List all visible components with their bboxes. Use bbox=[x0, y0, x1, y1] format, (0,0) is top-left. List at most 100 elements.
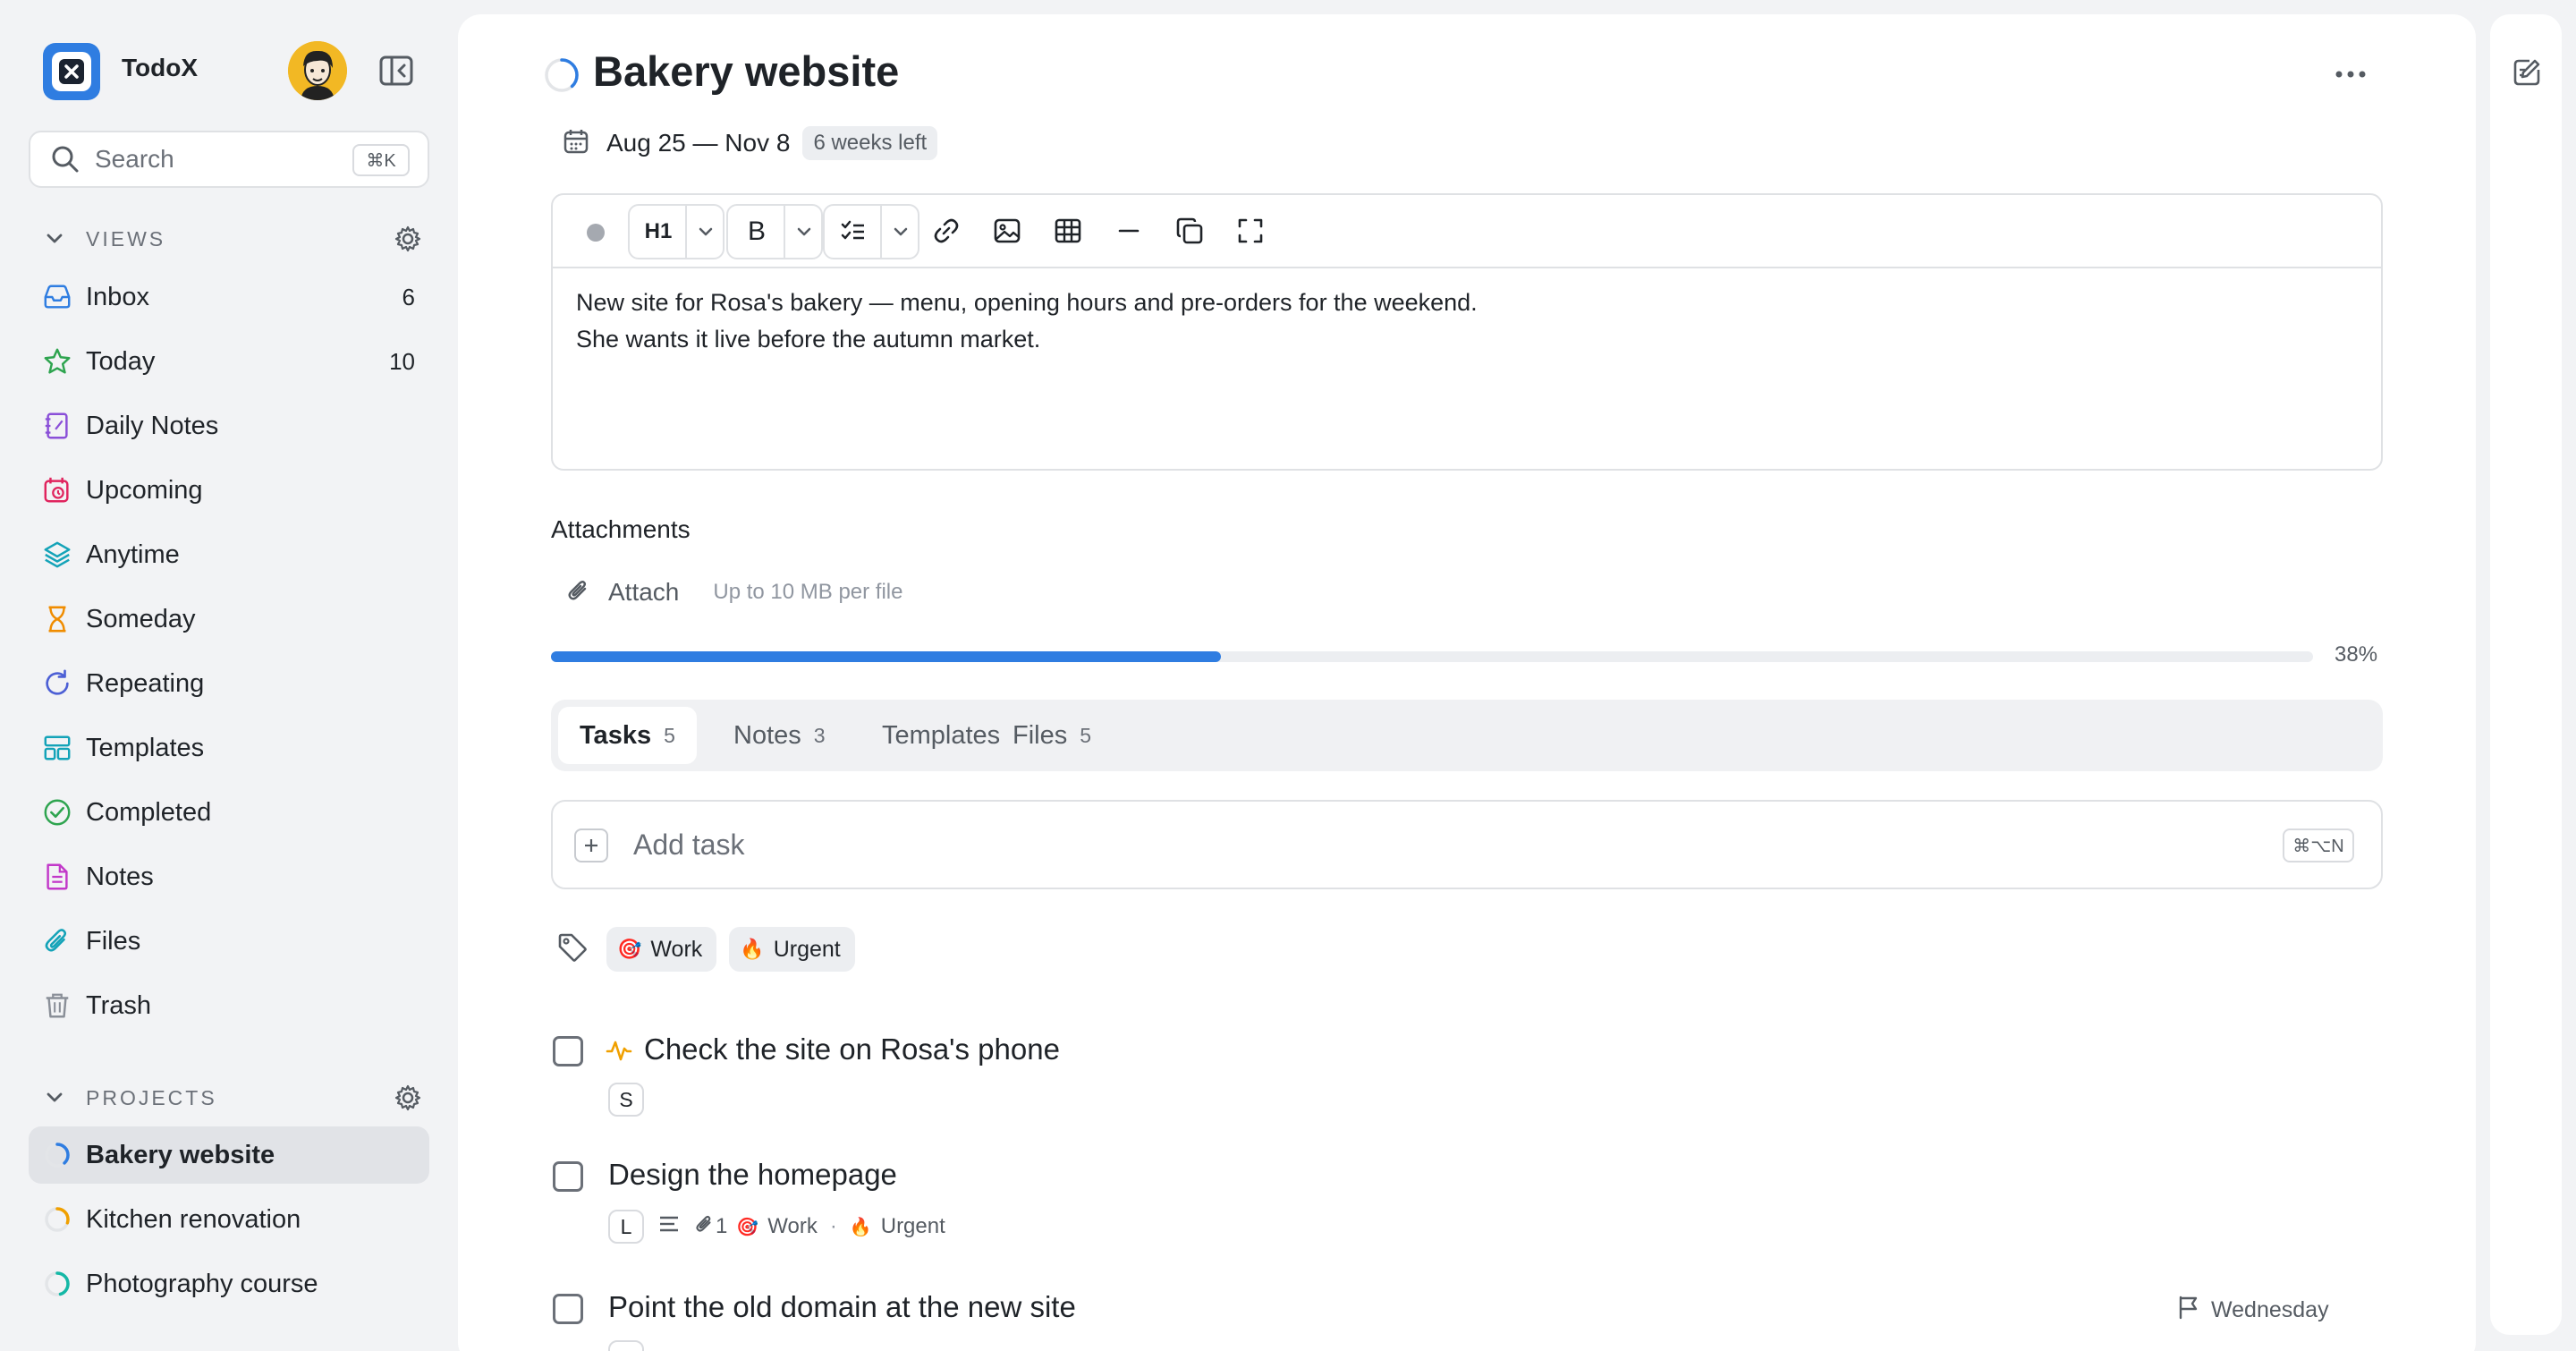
bold-button[interactable]: B bbox=[728, 206, 785, 258]
sidebar-item-someday[interactable]: Someday bbox=[29, 591, 429, 648]
tag-filter-work[interactable]: 🎯 Work bbox=[606, 927, 717, 972]
sidebar-project-kitchen-renovation[interactable]: Kitchen renovation bbox=[29, 1191, 429, 1248]
sidebar-item-repeating[interactable]: Repeating bbox=[29, 655, 429, 712]
tab-files[interactable]: Files 5 bbox=[991, 707, 1113, 764]
inbox-icon bbox=[41, 281, 73, 313]
copy-icon[interactable] bbox=[1174, 215, 1206, 251]
task-title[interactable]: Point the old domain at the new site bbox=[608, 1290, 1076, 1324]
sidebar-item-notes[interactable]: Notes bbox=[29, 848, 429, 905]
target-icon: 🎯 bbox=[736, 1217, 759, 1237]
task-checkbox[interactable] bbox=[553, 1161, 583, 1192]
tab-label: Files bbox=[1013, 720, 1068, 750]
checklist-dropdown[interactable] bbox=[823, 204, 919, 259]
chevron-down-icon[interactable] bbox=[882, 206, 919, 258]
table-icon[interactable] bbox=[1052, 215, 1084, 251]
sidebar-item-inbox[interactable]: Inbox 6 bbox=[29, 268, 429, 326]
add-task-input[interactable]: Add task ⌘⌥N bbox=[551, 800, 2383, 889]
project-progress-ring-icon bbox=[41, 1139, 73, 1171]
project-label: Kitchen renovation bbox=[86, 1204, 301, 1234]
attachments-title: Attachments bbox=[551, 515, 691, 543]
hourglass-icon bbox=[41, 603, 73, 635]
projects-settings-gear-icon[interactable] bbox=[394, 1083, 422, 1112]
page-title[interactable]: Bakery website bbox=[593, 47, 899, 96]
task-title[interactable]: Check the site on Rosa's phone bbox=[644, 1032, 1060, 1066]
tab-tasks[interactable]: Tasks 5 bbox=[558, 707, 697, 764]
more-options-icon[interactable] bbox=[2331, 61, 2370, 88]
tab-notes[interactable]: Notes 3 bbox=[712, 707, 847, 764]
task-item[interactable]: Check the site on Rosa's phone S bbox=[551, 1032, 2383, 1122]
search-icon bbox=[50, 144, 80, 174]
chevron-down-icon bbox=[43, 1086, 66, 1109]
views-section-header[interactable]: VIEWS bbox=[43, 223, 165, 255]
search-placeholder: Search bbox=[95, 145, 174, 173]
fullscreen-icon[interactable] bbox=[1234, 215, 1267, 251]
sidebar-item-count: 6 bbox=[402, 283, 415, 310]
app-name: TodoX bbox=[122, 54, 199, 81]
avatar[interactable] bbox=[288, 41, 347, 100]
tag-filter-urgent[interactable]: 🔥 Urgent bbox=[729, 927, 855, 972]
views-header-label: VIEWS bbox=[86, 226, 166, 251]
chevron-down-icon[interactable] bbox=[687, 206, 724, 258]
task-title[interactable]: Design the homepage bbox=[608, 1158, 897, 1192]
size-badge[interactable]: L bbox=[608, 1210, 644, 1244]
sidebar-item-label: Today bbox=[86, 346, 156, 376]
task-item[interactable]: Design the homepage L 1 🎯 Work · 🔥 Urgen… bbox=[551, 1158, 2383, 1247]
tab-count: 3 bbox=[813, 723, 826, 747]
tab-label: Notes bbox=[733, 720, 801, 750]
size-badge[interactable] bbox=[608, 1340, 644, 1351]
layers-icon bbox=[41, 539, 73, 571]
projects-header-label: PROJECTS bbox=[86, 1085, 217, 1109]
date-range-row[interactable]: Aug 25 — Nov 8 6 weeks left bbox=[562, 125, 938, 161]
task-checkbox[interactable] bbox=[553, 1294, 583, 1324]
task-item[interactable]: Point the old domain at the new site Wed… bbox=[551, 1290, 2383, 1351]
sidebar-item-trash[interactable]: Trash bbox=[29, 977, 429, 1034]
views-settings-gear-icon[interactable] bbox=[394, 225, 422, 253]
heading-button[interactable]: H1 bbox=[630, 206, 687, 258]
attach-button[interactable]: Attach Up to 10 MB per file bbox=[564, 574, 903, 610]
chevron-down-icon[interactable] bbox=[785, 206, 823, 258]
heading-dropdown[interactable]: H1 bbox=[628, 204, 724, 259]
plus-icon[interactable] bbox=[574, 828, 608, 862]
trash-icon bbox=[41, 990, 73, 1022]
add-task-placeholder: Add task bbox=[633, 828, 745, 861]
tab-label: Tasks bbox=[580, 720, 652, 750]
tag-label-urgent: Urgent bbox=[880, 1214, 945, 1238]
deadline-label: Wednesday bbox=[2211, 1297, 2329, 1322]
sidebar-item-templates[interactable]: Templates bbox=[29, 719, 429, 777]
tag-label: Urgent bbox=[773, 936, 841, 962]
template-icon bbox=[41, 732, 73, 764]
sidebar-item-daily-notes[interactable]: Daily Notes bbox=[29, 397, 429, 455]
image-icon[interactable] bbox=[991, 215, 1023, 251]
description-editor[interactable]: H1 B New site for Rosa's bakery — menu, … bbox=[551, 193, 2383, 471]
size-badge[interactable]: S bbox=[608, 1083, 644, 1117]
notebook-icon bbox=[41, 410, 73, 442]
divider-icon[interactable] bbox=[1113, 215, 1145, 251]
project-progress-bar bbox=[551, 651, 2313, 662]
sidebar-project-bakery-website[interactable]: Bakery website bbox=[29, 1126, 429, 1184]
content-tabs: Tasks 5 Notes 3 Templates Files 5 bbox=[551, 700, 2383, 771]
block-type-dot-icon[interactable] bbox=[587, 224, 605, 242]
description-text[interactable]: New site for Rosa's bakery — menu, openi… bbox=[576, 285, 1478, 358]
checklist-icon[interactable] bbox=[825, 206, 882, 258]
compose-icon[interactable] bbox=[2512, 57, 2542, 92]
sidebar-item-files[interactable]: Files bbox=[29, 913, 429, 970]
sidebar-project-photography-course[interactable]: Photography course bbox=[29, 1255, 429, 1313]
check-circle-icon bbox=[41, 796, 73, 828]
sidebar-item-anytime[interactable]: Anytime bbox=[29, 526, 429, 583]
deadline[interactable]: Wednesday bbox=[2175, 1294, 2329, 1327]
sidebar-item-count: 10 bbox=[389, 347, 415, 375]
search-box[interactable]: Search ⌘K bbox=[29, 131, 429, 188]
tag-label: Work bbox=[650, 936, 703, 962]
collapse-sidebar-icon[interactable] bbox=[379, 55, 413, 86]
bold-dropdown[interactable]: B bbox=[726, 204, 823, 259]
sidebar-item-label: Files bbox=[86, 926, 141, 956]
sidebar-item-upcoming[interactable]: Upcoming bbox=[29, 462, 429, 519]
sidebar-item-today[interactable]: Today 10 bbox=[29, 333, 429, 390]
project-label: Bakery website bbox=[86, 1140, 275, 1169]
tag-icon[interactable] bbox=[555, 930, 590, 970]
star-icon bbox=[41, 345, 73, 378]
link-icon[interactable] bbox=[930, 215, 962, 251]
task-checkbox[interactable] bbox=[553, 1036, 583, 1066]
projects-section-header[interactable]: PROJECTS bbox=[43, 1082, 217, 1114]
sidebar-item-completed[interactable]: Completed bbox=[29, 784, 429, 841]
